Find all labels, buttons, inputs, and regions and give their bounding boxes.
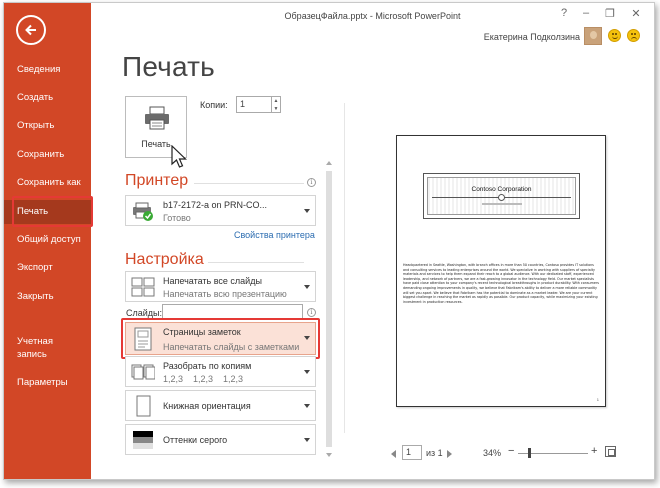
spin-down-icon[interactable]: ▼ bbox=[272, 105, 280, 113]
slide-subtitle bbox=[481, 203, 522, 205]
chevron-down-icon bbox=[304, 438, 310, 442]
collate-icon bbox=[131, 361, 156, 383]
scroll-down-icon[interactable] bbox=[326, 453, 332, 457]
orientation-title: Книжная ориентация bbox=[163, 401, 251, 411]
spin-up-icon[interactable]: ▲ bbox=[272, 97, 280, 105]
zoom-slider-thumb[interactable] bbox=[528, 448, 531, 458]
scroll-up-icon[interactable] bbox=[326, 161, 332, 165]
nav-item-share[interactable]: Общий доступ bbox=[4, 228, 91, 252]
grayscale-icon bbox=[131, 429, 155, 451]
nav-item-account[interactable]: Учетная запись bbox=[4, 333, 64, 363]
collate-subtitle: 1,2,3 1,2,3 1,2,3 bbox=[163, 374, 244, 384]
chevron-down-icon bbox=[304, 404, 310, 408]
nav-item-close[interactable]: Закрыть bbox=[4, 285, 91, 309]
copies-label: Копии: bbox=[200, 100, 228, 110]
backstage-sidebar: Сведения Создать Открыть Сохранить Сохра… bbox=[4, 3, 91, 479]
nav-item-open[interactable]: Открыть bbox=[4, 114, 91, 138]
zoom-level: 34% bbox=[483, 448, 502, 458]
printer-properties-link[interactable]: Свойства принтера bbox=[234, 230, 315, 240]
layout-highlight bbox=[121, 318, 320, 359]
section-divider bbox=[208, 262, 304, 263]
chevron-down-icon bbox=[304, 370, 310, 374]
slide-thumbnail: Contoso Corporation bbox=[423, 173, 580, 219]
back-button[interactable] bbox=[16, 15, 46, 45]
preview-page: Contoso Corporation Headquartered in Sea… bbox=[396, 135, 606, 407]
printer-name: b17-2172-a on PRN-CO... bbox=[163, 200, 268, 210]
frown-icon[interactable] bbox=[627, 29, 640, 42]
avatar[interactable] bbox=[584, 27, 602, 45]
preview-page-number: 1 bbox=[596, 397, 599, 402]
orientation-dropdown[interactable]: Книжная ориентация bbox=[125, 390, 316, 421]
settings-section-title: Настройка bbox=[125, 251, 204, 268]
slide-company-title: Contoso Corporation bbox=[471, 186, 532, 193]
mouse-cursor-icon bbox=[171, 145, 187, 168]
settings-scrollbar[interactable] bbox=[324, 161, 334, 457]
help-button[interactable]: ? bbox=[556, 7, 572, 19]
nav-item-save-as[interactable]: Сохранить как bbox=[4, 171, 91, 195]
smile-icon[interactable] bbox=[608, 29, 621, 42]
printer-dropdown[interactable]: b17-2172-a on PRN-CO... Готово bbox=[125, 195, 316, 226]
slide-ornament bbox=[498, 194, 505, 201]
close-button[interactable]: ✕ bbox=[628, 7, 644, 20]
chevron-down-icon bbox=[304, 285, 310, 289]
info-icon[interactable]: i bbox=[307, 308, 316, 317]
minimize-button[interactable]: – bbox=[578, 7, 594, 19]
nav-item-info[interactable]: Сведения bbox=[4, 58, 91, 82]
print-range-title: Напечатать все слайды bbox=[163, 276, 262, 286]
color-title: Оттенки серого bbox=[163, 435, 228, 445]
print-range-subtitle: Напечатать всю презентацию bbox=[163, 289, 287, 299]
page-title: Печать bbox=[122, 51, 215, 82]
zoom-in-icon[interactable]: + bbox=[591, 445, 597, 457]
next-page-icon[interactable] bbox=[447, 450, 452, 458]
restore-button[interactable]: ❐ bbox=[602, 7, 618, 20]
chevron-down-icon bbox=[304, 209, 310, 213]
zoom-to-page-icon[interactable] bbox=[605, 446, 616, 457]
all-slides-icon bbox=[131, 276, 155, 298]
printer-icon bbox=[145, 106, 169, 130]
printer-section-title: Принтер bbox=[125, 172, 189, 189]
previous-page-icon[interactable] bbox=[391, 450, 396, 458]
copies-spinner[interactable]: ▲ ▼ bbox=[272, 96, 281, 113]
info-icon[interactable]: i bbox=[307, 178, 316, 187]
color-dropdown[interactable]: Оттенки серого bbox=[125, 424, 316, 455]
printer-ready-icon bbox=[131, 200, 155, 222]
portrait-icon bbox=[131, 395, 155, 417]
printer-status: Готово bbox=[163, 213, 191, 223]
copies-input[interactable]: 1 bbox=[236, 96, 272, 113]
section-divider bbox=[194, 183, 304, 184]
nav-item-options[interactable]: Параметры bbox=[4, 371, 91, 395]
user-name[interactable]: Екатерина Подколзина bbox=[484, 32, 580, 42]
arrow-left-icon bbox=[25, 24, 36, 36]
collate-title: Разобрать по копиям bbox=[163, 361, 252, 371]
nav-item-export[interactable]: Экспорт bbox=[4, 256, 91, 280]
nav-item-new[interactable]: Создать bbox=[4, 86, 91, 110]
page-count: из 1 bbox=[426, 448, 443, 458]
slides-label: Слайды: bbox=[126, 308, 163, 318]
nav-item-save[interactable]: Сохранить bbox=[4, 143, 91, 167]
notes-text: Headquartered in Seattle, Washington, wi… bbox=[403, 263, 599, 304]
page-number-input[interactable]: 1 bbox=[402, 445, 422, 460]
print-range-dropdown[interactable]: Напечатать все слайды Напечатать всю пре… bbox=[125, 271, 316, 302]
print-nav-highlight bbox=[12, 196, 93, 227]
scrollbar-thumb[interactable] bbox=[326, 171, 332, 447]
zoom-out-icon[interactable]: − bbox=[508, 445, 514, 457]
collate-dropdown[interactable]: Разобрать по копиям 1,2,3 1,2,3 1,2,3 bbox=[125, 356, 316, 387]
powerpoint-window: Сведения Создать Открыть Сохранить Сохра… bbox=[3, 2, 655, 480]
